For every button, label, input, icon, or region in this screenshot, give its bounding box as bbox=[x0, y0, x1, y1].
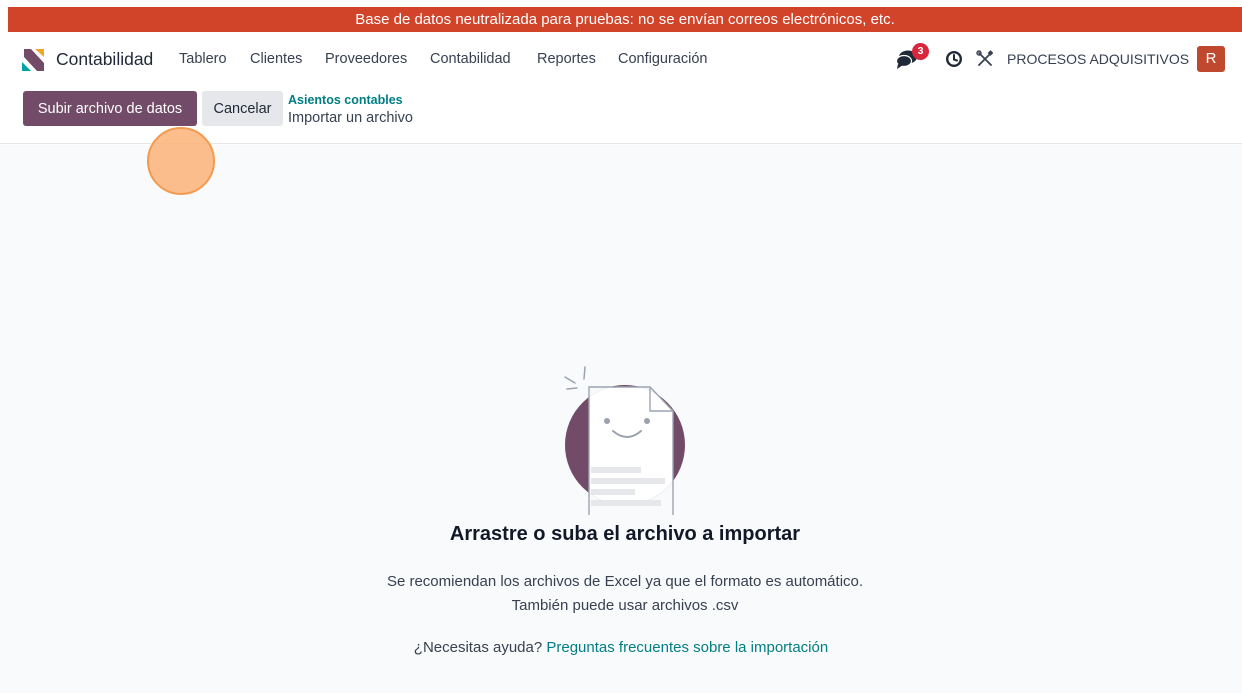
menu-reportes[interactable]: Reportes bbox=[537, 36, 596, 82]
menu-configuracion[interactable]: Configuración bbox=[618, 36, 707, 82]
menu-contabilidad[interactable]: Contabilidad bbox=[430, 36, 511, 82]
help-line: ¿Necesitas ayuda? Preguntas frecuentes s… bbox=[0, 639, 1242, 656]
neutralized-db-banner: Base de datos neutralizada para pruebas:… bbox=[8, 7, 1242, 32]
banner-area: Base de datos neutralizada para pruebas:… bbox=[0, 0, 1242, 36]
top-navbar: Contabilidad Tablero Clientes Proveedore… bbox=[0, 36, 1242, 82]
breadcrumb-parent-link[interactable]: Asientos contables bbox=[288, 93, 403, 107]
empty-file-illustration bbox=[564, 366, 685, 515]
breadcrumb-current: Importar un archivo bbox=[288, 110, 413, 126]
user-avatar[interactable]: R bbox=[1197, 46, 1225, 72]
upload-data-file-button[interactable]: Subir archivo de datos bbox=[23, 91, 197, 126]
messages-badge: 3 bbox=[912, 43, 929, 60]
company-switcher[interactable]: PROCESOS ADQUISITIVOS bbox=[1007, 36, 1189, 82]
import-dropzone[interactable]: Arrastre o suba el archivo a importar Se… bbox=[0, 145, 1242, 693]
app-logo-icon[interactable] bbox=[22, 49, 44, 71]
dropzone-hint-csv: También puede usar archivos .csv bbox=[511, 597, 739, 614]
import-faq-link[interactable]: Preguntas frecuentes sobre la importació… bbox=[546, 639, 828, 656]
activity-clock-icon[interactable] bbox=[945, 50, 963, 68]
click-indicator bbox=[147, 127, 215, 195]
help-prefix: ¿Necesitas ayuda? bbox=[413, 639, 543, 656]
cancel-button[interactable]: Cancelar bbox=[202, 91, 283, 126]
menu-proveedores[interactable]: Proveedores bbox=[325, 36, 407, 82]
app-name[interactable]: Contabilidad bbox=[56, 36, 153, 82]
page: Base de datos neutralizada para pruebas:… bbox=[0, 0, 1242, 693]
dropzone-title: Arrastre o suba el archivo a importar bbox=[449, 523, 801, 545]
menu-clientes[interactable]: Clientes bbox=[250, 36, 302, 82]
dropzone-hint-excel: Se recomiendan los archivos de Excel ya … bbox=[386, 573, 864, 590]
debug-tools-icon[interactable] bbox=[975, 49, 995, 69]
menu-tablero[interactable]: Tablero bbox=[179, 36, 227, 82]
